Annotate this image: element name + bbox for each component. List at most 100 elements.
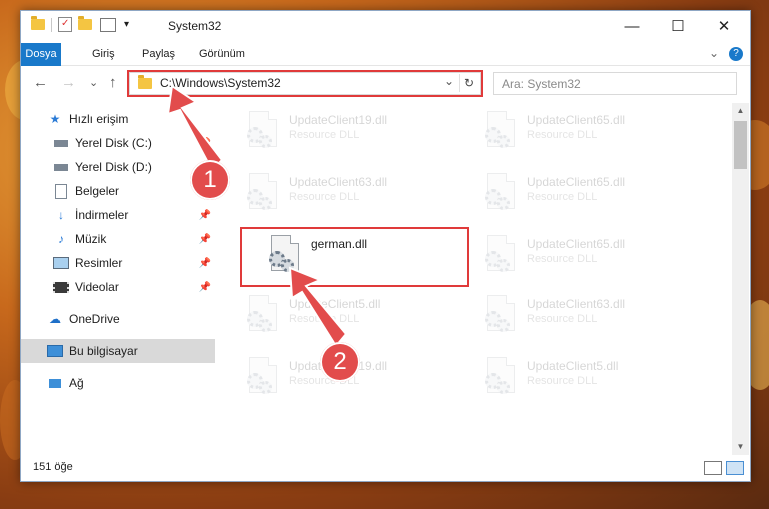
sidebar-item-music[interactable]: ♪ Müzik 📌 bbox=[21, 227, 215, 251]
vertical-scrollbar[interactable]: ▲ ▼ bbox=[732, 103, 749, 455]
title-bar: ✓ ▾ System32 — ☐ ✕ bbox=[21, 11, 750, 43]
sidebar-item-label: Müzik bbox=[75, 232, 107, 246]
file-description: Resource DLL bbox=[527, 191, 598, 203]
forward-button[interactable]: → bbox=[61, 74, 76, 91]
file-name: UpdateClient65.dll bbox=[527, 113, 626, 127]
file-name: UpdateClient5.dll bbox=[527, 359, 619, 373]
folder-icon[interactable] bbox=[31, 16, 45, 30]
scroll-up-icon[interactable]: ▲ bbox=[732, 103, 749, 119]
large-icons-view-icon[interactable] bbox=[726, 461, 744, 475]
file-item[interactable]: UpdateClient63.dll Resource DLL bbox=[475, 289, 695, 345]
address-highlight-box bbox=[127, 70, 483, 97]
pin-icon[interactable]: 📌 bbox=[199, 282, 211, 293]
dll-file-icon bbox=[483, 357, 517, 399]
sidebar-item-downloads[interactable]: ↓ İndirmeler 📌 bbox=[21, 203, 215, 227]
file-highlight-box bbox=[240, 227, 469, 287]
star-icon: ★ bbox=[49, 112, 61, 126]
file-description: Resource DLL bbox=[527, 313, 598, 325]
dll-file-icon bbox=[245, 173, 279, 215]
file-item[interactable]: UpdateClient65.dll Resource DLL bbox=[475, 105, 695, 161]
file-name: UpdateClient65.dll bbox=[527, 237, 626, 251]
item-count: 151 öğe bbox=[33, 461, 73, 473]
sidebar-item-pictures[interactable]: Resimler 📌 bbox=[21, 251, 215, 275]
new-folder-icon[interactable] bbox=[78, 16, 92, 30]
navigation-pane: ★ Hızlı erişim Yerel Disk (C:) 📌 Yerel D… bbox=[21, 103, 217, 463]
up-button[interactable]: ↑ bbox=[109, 74, 117, 91]
file-description: Resource DLL bbox=[527, 375, 598, 387]
dll-file-icon bbox=[483, 295, 517, 337]
sidebar-item-label: İndirmeler bbox=[75, 208, 129, 222]
scroll-down-icon[interactable]: ▼ bbox=[732, 439, 749, 455]
file-item[interactable]: UpdateClient65.dll Resource DLL bbox=[475, 167, 695, 223]
cloud-icon: ☁ bbox=[49, 312, 61, 326]
sidebar-item-label: Hızlı erişim bbox=[69, 112, 129, 126]
customize-toolbar-icon[interactable] bbox=[100, 17, 116, 32]
pin-icon[interactable]: 📌 bbox=[199, 210, 211, 221]
sidebar-item-label: OneDrive bbox=[69, 312, 120, 326]
drive-icon bbox=[53, 160, 69, 174]
pin-icon[interactable]: 📌 bbox=[199, 258, 211, 269]
recent-locations-button[interactable]: ⌄ bbox=[89, 76, 98, 89]
file-name: UpdateClient65.dll bbox=[527, 175, 626, 189]
file-item[interactable]: UpdateClient63.dll Resource DLL bbox=[237, 167, 457, 223]
sidebar-item-network[interactable]: Ağ bbox=[21, 371, 215, 395]
explorer-window: ✓ ▾ System32 — ☐ ✕ Dosya Giriş Paylaş Gö… bbox=[20, 10, 751, 482]
status-bar: 151 öğe bbox=[21, 455, 750, 481]
file-name: UpdateClient63.dll bbox=[289, 175, 388, 189]
download-icon: ↓ bbox=[58, 208, 64, 222]
tab-home[interactable]: Giriş bbox=[85, 43, 122, 65]
file-name: UpdateClient63.dll bbox=[527, 297, 626, 311]
window-title: System32 bbox=[168, 19, 222, 33]
music-icon: ♪ bbox=[58, 232, 64, 246]
close-button[interactable]: ✕ bbox=[701, 11, 747, 41]
computer-icon bbox=[47, 344, 63, 358]
network-icon bbox=[47, 376, 63, 390]
maximize-button[interactable]: ☐ bbox=[655, 11, 701, 41]
dll-file-icon bbox=[483, 111, 517, 153]
pictures-icon bbox=[53, 256, 69, 270]
dll-file-icon bbox=[483, 173, 517, 215]
sidebar-item-this-pc[interactable]: Bu bilgisayar bbox=[21, 339, 215, 363]
file-item[interactable]: UpdateClient19.dll Resource DLL bbox=[237, 105, 457, 161]
quick-access-toolbar: ✓ ▾ bbox=[31, 16, 129, 32]
sidebar-item-local-disk-c[interactable]: Yerel Disk (C:) 📌 bbox=[21, 131, 215, 155]
minimize-button[interactable]: — bbox=[609, 11, 655, 41]
videos-icon bbox=[53, 280, 69, 294]
sidebar-item-onedrive[interactable]: ☁ OneDrive bbox=[21, 307, 215, 331]
step-1-badge: 1 bbox=[190, 160, 230, 200]
sidebar-item-label: Resimler bbox=[75, 256, 123, 270]
file-name: UpdateClient5.dll bbox=[289, 297, 381, 311]
drive-icon bbox=[53, 136, 69, 150]
scrollbar-thumb[interactable] bbox=[734, 121, 747, 169]
search-input[interactable]: Ara: System32 bbox=[493, 72, 737, 95]
pin-icon[interactable]: 📌 bbox=[199, 234, 211, 245]
file-item[interactable]: UpdateClient65.dll Resource DLL bbox=[475, 229, 695, 285]
sidebar-item-documents[interactable]: Belgeler 📌 bbox=[21, 179, 215, 203]
dll-file-icon bbox=[245, 357, 279, 399]
sidebar-item-local-disk-d[interactable]: Yerel Disk (D:) bbox=[21, 155, 215, 179]
tab-share[interactable]: Paylaş bbox=[135, 43, 182, 65]
sidebar-item-quick-access[interactable]: ★ Hızlı erişim bbox=[21, 107, 215, 131]
ribbon-tabs: Dosya Giriş Paylaş Görünüm ⌄ ? bbox=[21, 43, 750, 99]
navigation-bar: ← → ⌄ ↑ C:\Windows\System32 ⌄ ↻ Ara: Sys… bbox=[21, 66, 750, 100]
details-view-icon[interactable] bbox=[704, 461, 722, 475]
file-item[interactable]: UpdateClient5.dll Resource DLL bbox=[475, 351, 695, 407]
dll-file-icon bbox=[483, 235, 517, 277]
documents-icon bbox=[53, 183, 69, 199]
file-item[interactable]: UpdateClient5.dll Resource DLL bbox=[237, 289, 457, 345]
sidebar-item-label: Belgeler bbox=[75, 184, 120, 198]
toolbar-dropdown-icon[interactable]: ▾ bbox=[124, 19, 129, 30]
sidebar-item-label: Ağ bbox=[69, 376, 84, 390]
properties-icon[interactable]: ✓ bbox=[58, 17, 72, 32]
help-icon[interactable]: ? bbox=[729, 47, 743, 61]
tab-view[interactable]: Görünüm bbox=[192, 43, 252, 65]
dll-file-icon bbox=[245, 295, 279, 337]
sidebar-item-videos[interactable]: Videolar 📌 bbox=[21, 275, 215, 299]
pin-icon[interactable]: 📌 bbox=[199, 138, 211, 149]
expand-ribbon-icon[interactable]: ⌄ bbox=[709, 46, 719, 60]
file-description: Resource DLL bbox=[527, 129, 598, 141]
sidebar-item-label: Yerel Disk (D:) bbox=[75, 160, 152, 174]
file-description: Resource DLL bbox=[289, 191, 360, 203]
file-description: Resource DLL bbox=[289, 313, 360, 325]
back-button[interactable]: ← bbox=[33, 74, 48, 91]
